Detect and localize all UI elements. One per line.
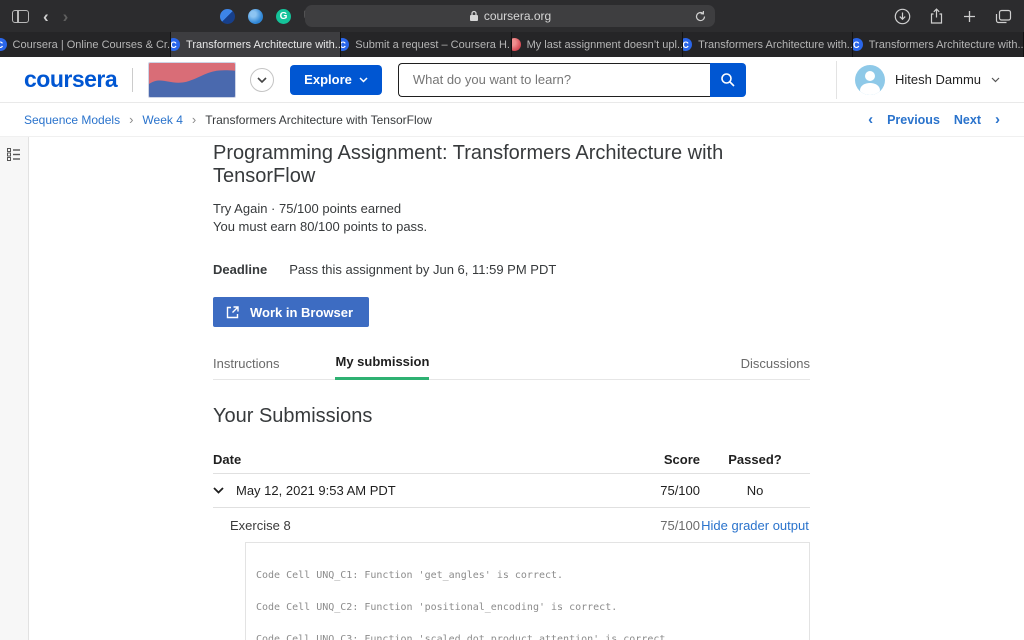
assignment-page: Programming Assignment: Transformers Arc… xyxy=(29,137,1024,640)
breadcrumb-week-link[interactable]: Week 4 xyxy=(142,113,182,127)
search-button[interactable] xyxy=(709,62,746,97)
chevron-down-icon[interactable] xyxy=(991,77,1000,83)
coursera-favicon-icon: C xyxy=(341,38,350,51)
tab-label: Transformers Architecture with... xyxy=(186,38,342,51)
sidebar-toggle-icon[interactable] xyxy=(12,9,29,23)
column-score: Score xyxy=(663,451,700,467)
deadline-label: Deadline xyxy=(213,262,268,277)
column-passed: Passed? xyxy=(728,451,782,467)
browser-tabstrip: C Coursera | Online Courses & Cr... C Tr… xyxy=(0,32,1024,57)
new-tab-icon[interactable] xyxy=(962,9,977,24)
reload-icon[interactable] xyxy=(694,10,707,23)
downloads-icon[interactable] xyxy=(894,8,911,25)
divider xyxy=(836,60,838,99)
collapse-course-menu-button[interactable] xyxy=(250,67,275,92)
exercise-name: Exercise 8 xyxy=(230,517,291,533)
tab-label: Coursera | Online Courses & Cr... xyxy=(12,38,171,51)
status-line: Try Again · 75/100 points earned xyxy=(213,201,402,216)
exercise-score: 75/100 xyxy=(660,517,700,533)
divider xyxy=(132,67,134,92)
tab-overview-icon[interactable] xyxy=(995,9,1012,24)
chevron-left-icon[interactable]: ‹ xyxy=(868,111,873,128)
tab-my-submission[interactable]: My submission xyxy=(335,354,430,380)
column-date: Date xyxy=(213,451,242,467)
browser-tab-3[interactable]: C Submit a request – Coursera H... xyxy=(341,32,513,57)
browser-titlebar: ‹ › G coursera.org xyxy=(0,0,1024,32)
deadline-text: Pass this assignment by Jun 6, 11:59 PM … xyxy=(289,262,557,277)
explore-button[interactable]: Explore xyxy=(290,64,382,95)
breadcrumb-course-link[interactable]: Sequence Models xyxy=(24,113,120,127)
previous-button[interactable]: Previous xyxy=(887,113,940,127)
hide-grader-output-link[interactable]: Hide grader output xyxy=(701,518,809,533)
external-link-icon xyxy=(226,305,239,318)
explore-label: Explore xyxy=(304,72,352,87)
work-in-browser-label: Work in Browser xyxy=(250,304,354,320)
page-title: Programming Assignment: Transformers Arc… xyxy=(213,142,724,187)
tab-discussions[interactable]: Discussions xyxy=(741,356,810,379)
next-button[interactable]: Next xyxy=(954,113,981,127)
coursera-favicon-icon: C xyxy=(170,38,181,51)
breadcrumb-current: Transformers Architecture with TensorFlo… xyxy=(205,112,432,127)
exercise-row: Exercise 8 75/100 Hide grader output xyxy=(213,508,810,542)
lock-icon xyxy=(469,10,478,21)
chevron-right-icon[interactable]: › xyxy=(995,111,1000,128)
work-in-browser-button[interactable]: Work in Browser xyxy=(213,297,370,327)
browser-tab-5[interactable]: C Transformers Architecture with... xyxy=(682,32,854,57)
left-rail xyxy=(0,137,29,640)
chevron-down-icon xyxy=(359,76,368,83)
extension-pinwheel-icon[interactable] xyxy=(220,8,235,24)
grader-output: Code Cell UNQ_C1: Function 'get_angles' … xyxy=(245,542,810,640)
submissions-table-header: Date Score Passed? xyxy=(213,445,810,474)
breadcrumb-row: Sequence Models › Week 4 › Transformers … xyxy=(0,103,1024,137)
pass-requirement: You must earn 80/100 points to pass. xyxy=(213,219,428,234)
browser-tab-4[interactable]: My last assignment doesn’t upl... xyxy=(512,32,683,57)
tab-label: Submit a request – Coursera H... xyxy=(355,38,513,51)
chevron-down-icon[interactable] xyxy=(213,487,224,494)
grader-output-line: Code Cell UNQ_C2: Function 'positional_e… xyxy=(256,601,618,613)
extension-globe-icon[interactable] xyxy=(248,8,263,24)
search-bar xyxy=(397,62,746,97)
coursera-favicon-icon: C xyxy=(853,38,863,51)
red-favicon-icon xyxy=(512,38,521,51)
chevron-right-icon: › xyxy=(191,112,197,127)
chevron-right-icon: › xyxy=(129,112,134,127)
tab-label: Transformers Architecture with... xyxy=(698,38,854,51)
extension-grammarly-icon[interactable]: G xyxy=(276,8,291,24)
outline-list-icon[interactable] xyxy=(7,148,21,161)
coursera-favicon-icon: C xyxy=(682,38,693,51)
submission-row[interactable]: May 12, 2021 9:53 AM PDT 75/100 No xyxy=(213,474,810,508)
site-header: coursera Explore Hitesh Dammu xyxy=(0,57,1024,103)
url-text: coursera.org xyxy=(483,9,552,23)
breadcrumb: Sequence Models › Week 4 › Transformers … xyxy=(24,112,432,127)
submissions-heading: Your Submissions xyxy=(213,405,373,427)
submission-score: 75/100 xyxy=(660,483,700,498)
course-banner-image[interactable] xyxy=(148,61,237,98)
browser-tab-1[interactable]: C Coursera | Online Courses & Cr... xyxy=(0,32,171,57)
browser-tab-6[interactable]: C Transformers Architecture with... xyxy=(853,32,1024,57)
submission-date: May 12, 2021 9:53 AM PDT xyxy=(236,483,396,498)
url-bar[interactable]: coursera.org xyxy=(305,5,715,27)
browser-tab-2-active[interactable]: C Transformers Architecture with... xyxy=(170,32,342,57)
user-name[interactable]: Hitesh Dammu xyxy=(895,72,981,87)
forward-icon[interactable]: › xyxy=(63,8,69,25)
grader-output-line: Code Cell UNQ_C3: Function 'scaled_dot_p… xyxy=(256,633,672,640)
content-tabs: Instructions My submission Discussions xyxy=(213,354,810,380)
coursera-favicon-icon: C xyxy=(0,38,7,51)
search-input[interactable] xyxy=(397,62,710,97)
coursera-logo[interactable]: coursera xyxy=(24,66,118,93)
search-icon xyxy=(721,72,735,87)
chevron-down-icon xyxy=(257,76,267,83)
submission-passed: No xyxy=(746,483,764,498)
back-icon[interactable]: ‹ xyxy=(43,8,49,25)
tab-label: Transformers Architecture with... xyxy=(868,38,1024,51)
grader-output-line: Code Cell UNQ_C1: Function 'get_angles' … xyxy=(256,570,564,582)
tab-label: My last assignment doesn’t upl... xyxy=(526,38,683,51)
avatar[interactable] xyxy=(855,64,886,95)
tab-instructions[interactable]: Instructions xyxy=(213,356,279,379)
share-icon[interactable] xyxy=(929,7,944,25)
